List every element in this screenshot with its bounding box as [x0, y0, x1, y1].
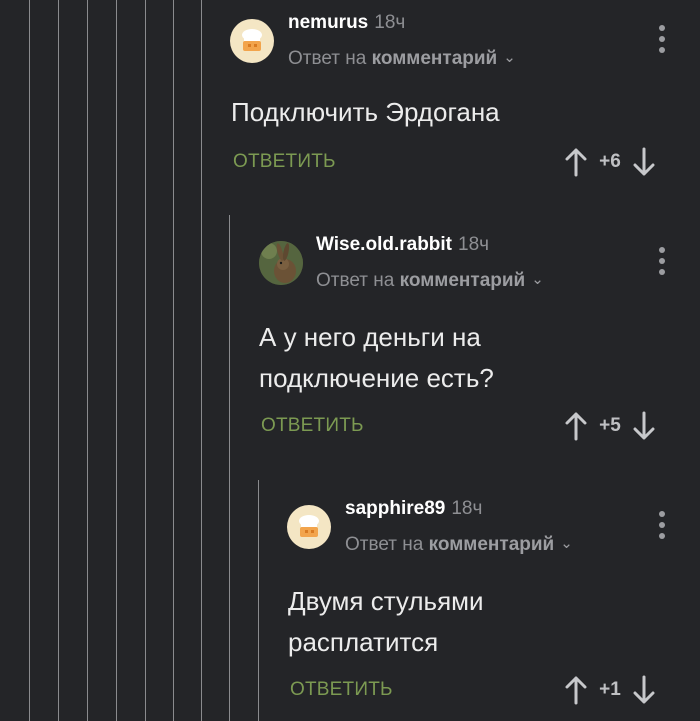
chef-hat-avatar[interactable] [287, 505, 331, 549]
thread-line[interactable] [229, 215, 230, 721]
reply-to-link[interactable]: Ответ на комментарий ⌄ [316, 270, 544, 292]
chef-hat-avatar[interactable] [230, 19, 274, 63]
thread-line[interactable] [58, 0, 59, 721]
vote-controls: +5 [564, 411, 656, 441]
comment-score: +1 [599, 679, 621, 700]
comment-score: +6 [599, 151, 621, 172]
more-options-icon[interactable] [652, 247, 672, 275]
vote-controls: +6 [564, 147, 656, 177]
comment-time: 18ч [451, 498, 483, 519]
thread-line[interactable] [29, 0, 30, 721]
thread-line[interactable] [258, 480, 259, 721]
reply-button[interactable]: ОТВЕТИТЬ [261, 415, 364, 437]
comment-text: Подключить Эрдогана [231, 97, 500, 127]
comment-text-line: Двумя стульями [288, 586, 484, 616]
chevron-down-icon: ⌄ [503, 49, 516, 66]
upvote-arrow-icon[interactable] [564, 147, 588, 177]
thread-line[interactable] [145, 0, 146, 721]
comment-author[interactable]: Wise.old.rabbit 18ч [316, 234, 489, 256]
chevron-down-icon: ⌄ [560, 535, 573, 552]
thread-line[interactable] [116, 0, 117, 721]
comment-text: Двумя стульями расплатится [288, 581, 484, 663]
thread-line[interactable] [173, 0, 174, 721]
comment-author[interactable]: nemurus 18ч [288, 12, 405, 34]
downvote-arrow-icon[interactable] [632, 147, 656, 177]
downvote-arrow-icon[interactable] [632, 411, 656, 441]
downvote-arrow-icon[interactable] [632, 675, 656, 705]
thread-line[interactable] [87, 0, 88, 721]
reply-to-link[interactable]: Ответ на комментарий ⌄ [345, 534, 573, 556]
comment-text-line: расплатится [288, 627, 439, 657]
thread-line[interactable] [201, 0, 202, 721]
comment-author[interactable]: sapphire89 18ч [345, 498, 482, 520]
more-options-icon[interactable] [652, 25, 672, 53]
reply-button[interactable]: ОТВЕТИТЬ [290, 679, 393, 701]
more-options-icon[interactable] [652, 511, 672, 539]
chevron-down-icon: ⌄ [531, 271, 544, 288]
comment-text-line: подключение есть? [259, 363, 494, 393]
reply-to-link[interactable]: Ответ на комментарий ⌄ [288, 48, 516, 70]
comment-text-line: А у него деньги на [259, 322, 481, 352]
comment-time: 18ч [374, 12, 406, 33]
comment-text: А у него деньги на подключение есть? [259, 317, 494, 399]
comment-score: +5 [599, 415, 621, 436]
upvote-arrow-icon[interactable] [564, 675, 588, 705]
reply-button[interactable]: ОТВЕТИТЬ [233, 151, 336, 173]
vote-controls: +1 [564, 675, 656, 705]
rabbit-photo-avatar[interactable] [259, 241, 303, 285]
comment-time: 18ч [458, 234, 490, 255]
upvote-arrow-icon[interactable] [564, 411, 588, 441]
